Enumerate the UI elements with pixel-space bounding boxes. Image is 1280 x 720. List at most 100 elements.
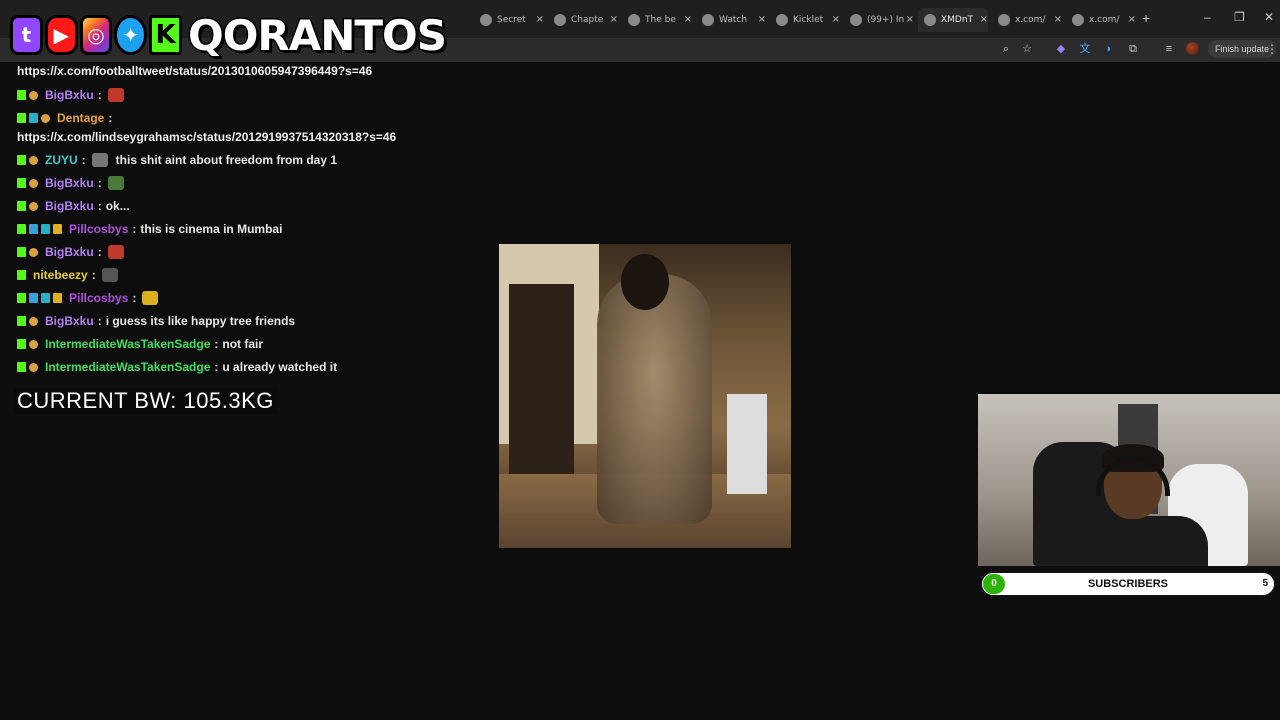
- browser-tab[interactable]: Kicklet ×: [770, 8, 840, 32]
- chat-link: https://x.com/lindseygrahamsc/status/201…: [17, 130, 397, 144]
- subscriber-goal-count: 5: [1262, 578, 1268, 589]
- close-tab-icon[interactable]: ×: [1054, 14, 1062, 25]
- tiktok-icon: [850, 14, 862, 26]
- chat-message-text: u already watched it: [222, 360, 338, 374]
- browser-tab[interactable]: The be ×: [622, 8, 692, 32]
- chat-username: BigBxku: [45, 245, 94, 259]
- browser-tab[interactable]: Secret ×: [474, 8, 544, 32]
- close-tab-icon[interactable]: ×: [832, 14, 840, 25]
- video-frame-fridge: [727, 394, 767, 494]
- chat-message: BigBxku:: [17, 173, 124, 193]
- chat-username: IntermediateWasTakenSadge: [45, 337, 211, 351]
- menu-kebab-icon[interactable]: ⋮: [1266, 42, 1278, 56]
- chat-message: Pillcosbys:: [17, 288, 159, 308]
- browser-tab-label: x.com/: [1089, 15, 1120, 25]
- emote-icon: [91, 153, 108, 167]
- play-icon: [702, 14, 714, 26]
- browser-tab[interactable]: Chapte ×: [548, 8, 618, 32]
- cube-badge-icon: [41, 224, 50, 234]
- chat-separator: :: [132, 222, 137, 236]
- hand-badge-icon: [29, 362, 38, 372]
- new-tab-button[interactable]: +: [1142, 10, 1150, 26]
- chat-username: nitebeezy: [33, 268, 88, 282]
- profile-avatar[interactable]: [1186, 42, 1199, 55]
- instagram-icon: ◎: [79, 15, 113, 55]
- minimize-icon[interactable]: –: [1204, 10, 1211, 24]
- browser-tab-label: Kicklet: [793, 15, 824, 25]
- chat-username: BigBxku: [45, 88, 94, 102]
- chat-separator: :: [97, 314, 102, 328]
- hand-badge-icon: [29, 201, 38, 211]
- chat-username: ZUYU: [45, 153, 78, 167]
- chat-message-text: i guess its like happy tree friends: [105, 314, 296, 328]
- browser-tab[interactable]: (99+) In ×: [844, 8, 914, 32]
- chat-message-text: this is cinema in Mumbai: [140, 222, 283, 236]
- browser-tab[interactable]: Watch ×: [696, 8, 766, 32]
- kick-badge-icon: [17, 178, 26, 188]
- browser-tab-label: x.com/: [1015, 15, 1046, 25]
- kick-badge-icon: [17, 247, 26, 257]
- kick-icon: [776, 14, 788, 26]
- x-icon: [1072, 14, 1084, 26]
- browser-tab[interactable]: x.com/ ×: [1066, 8, 1136, 32]
- extensions-puzzle-icon[interactable]: ⧉: [1126, 42, 1140, 56]
- close-tab-icon[interactable]: ×: [1128, 14, 1136, 25]
- twitch-icon: t: [10, 15, 43, 55]
- blue-badge-icon: [29, 224, 38, 234]
- webcam-feed: [978, 394, 1280, 566]
- emote-icon: [107, 176, 124, 190]
- kick-badge-icon: [17, 224, 26, 234]
- subscriber-goal-bar: 0 SUBSCRIBERS 5: [980, 571, 1276, 597]
- extension-icon[interactable]: ◆: [1054, 42, 1068, 56]
- chat-message-text: ok...: [105, 199, 130, 213]
- bookmark-star-icon[interactable]: ☆: [1020, 42, 1034, 56]
- chat-message: Dentage:: [17, 108, 116, 128]
- hand-badge-icon: [29, 247, 38, 257]
- github-icon: [628, 14, 640, 26]
- close-tab-icon[interactable]: ×: [536, 14, 544, 25]
- close-tab-icon[interactable]: ×: [758, 14, 766, 25]
- zoom-icon[interactable]: ⌕: [999, 42, 1013, 56]
- translate-icon[interactable]: 文: [1078, 42, 1092, 56]
- chat-separator: :: [97, 199, 102, 213]
- close-tab-icon[interactable]: ×: [610, 14, 618, 25]
- streamer-name: QORANTOS: [186, 9, 448, 61]
- hand-badge-icon: [29, 178, 38, 188]
- kick-badge-icon: [17, 90, 26, 100]
- audio-icon[interactable]: ◗: [1102, 42, 1116, 56]
- browser-tab-label: Watch: [719, 15, 748, 25]
- hand-badge-icon: [29, 90, 38, 100]
- chat-message: ZUYU: this shit aint about freedom from d…: [17, 150, 337, 170]
- browser-tab[interactable]: x.com/ ×: [992, 8, 1062, 32]
- media-control-icon[interactable]: ≡: [1162, 42, 1176, 56]
- chat-separator: :: [97, 176, 102, 190]
- stream-logo-banner: t ▶ ◎ ✦ K QORANTOS: [10, 6, 449, 64]
- emote-icon: [142, 291, 159, 305]
- kick-badge-icon: [17, 270, 26, 280]
- gold-badge-icon: [53, 293, 62, 303]
- chat-message-text: not fair: [222, 337, 264, 351]
- gold-badge-icon: [53, 224, 62, 234]
- close-tab-icon[interactable]: ×: [980, 14, 988, 25]
- body-weight-label: CURRENT BW: 105.3KG: [14, 388, 277, 414]
- close-tab-icon[interactable]: ×: [684, 14, 692, 25]
- chat-separator: :: [108, 111, 113, 125]
- close-window-icon[interactable]: ✕: [1264, 10, 1274, 24]
- chat-link: https://x.com/footballtweet/status/20130…: [17, 64, 373, 78]
- chat-message: nitebeezy:: [17, 265, 118, 285]
- browser-tab-label: XMDnT: [941, 15, 974, 25]
- close-tab-icon[interactable]: ×: [906, 14, 914, 25]
- kick-badge-icon: [17, 362, 26, 372]
- browser-tab-label: Secret: [497, 15, 526, 25]
- chat-username: BigBxku: [45, 199, 94, 213]
- hand-badge-icon: [29, 339, 38, 349]
- video-player[interactable]: [499, 244, 791, 548]
- chat-username: BigBxku: [45, 314, 94, 328]
- restore-icon[interactable]: ❐: [1234, 10, 1245, 24]
- browser-tab[interactable]: XMDnT ×: [918, 8, 988, 32]
- subscriber-label: SUBSCRIBERS: [1087, 578, 1169, 590]
- chat-message: Pillcosbys: this is cinema in Mumbai: [17, 219, 282, 239]
- chat-username: BigBxku: [45, 176, 94, 190]
- chat-message: BigBxku:: [17, 242, 124, 262]
- chat-separator: :: [214, 360, 219, 374]
